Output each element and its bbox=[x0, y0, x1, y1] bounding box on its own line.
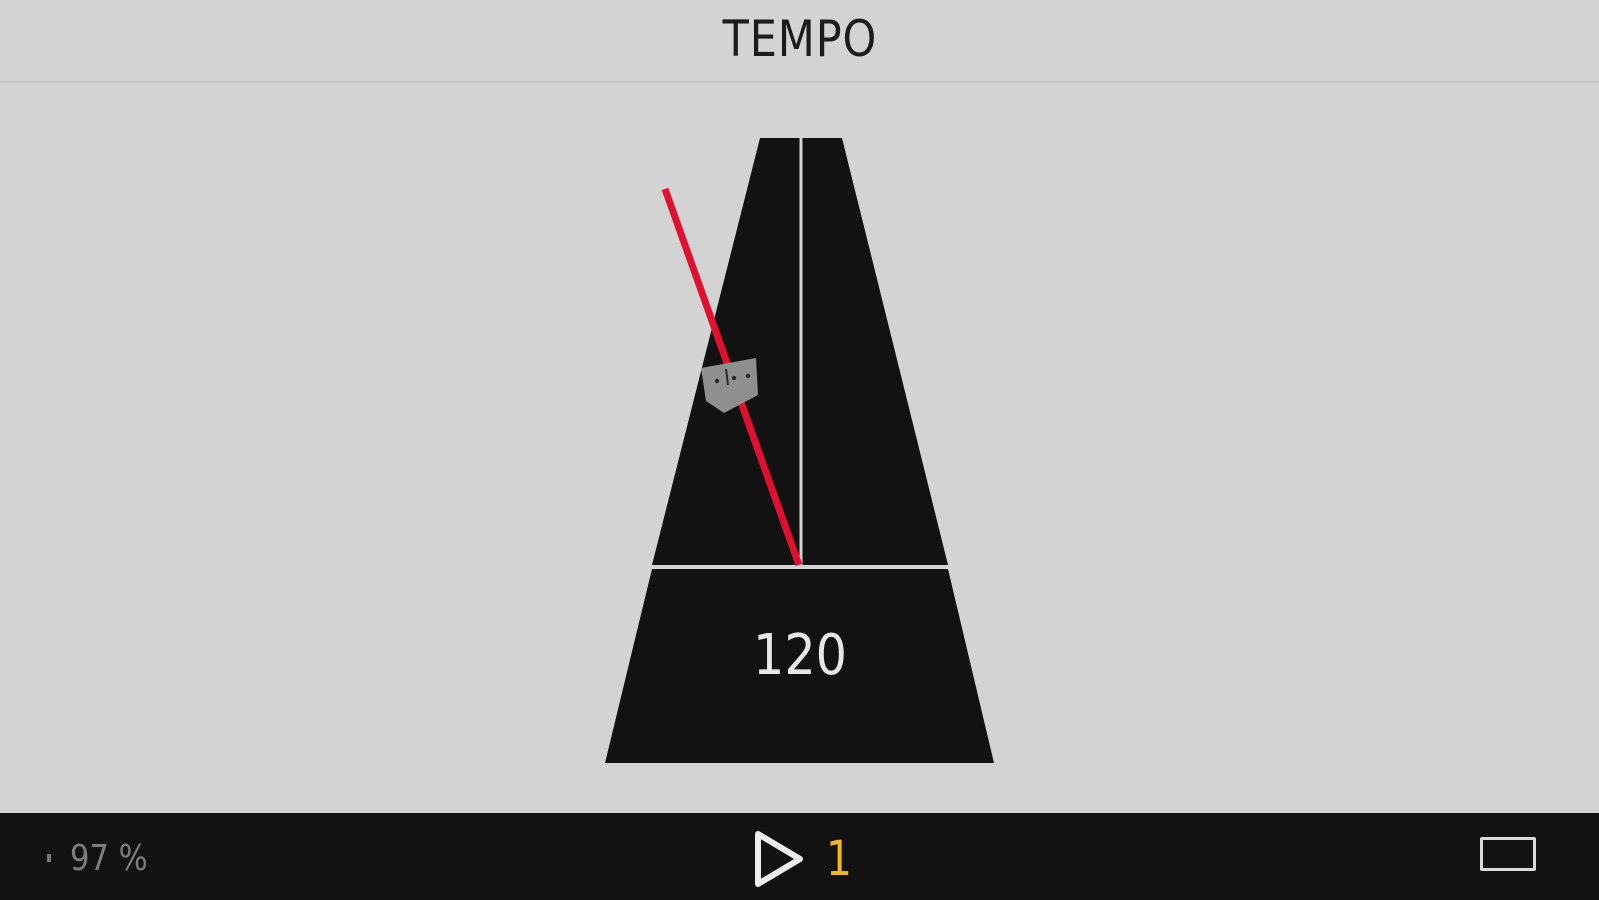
metronome-screen: TEMPO 120 97 % 1 bbox=[0, 0, 1599, 900]
rectangle-icon[interactable] bbox=[1480, 837, 1536, 871]
bpm-value: 120 bbox=[752, 623, 848, 688]
metronome-graphic bbox=[605, 138, 994, 763]
battery-status: 97 % bbox=[46, 838, 150, 879]
metronome-area: 120 bbox=[0, 83, 1599, 813]
page-title: TEMPO bbox=[722, 9, 877, 68]
play-icon bbox=[755, 831, 803, 887]
header-bar: TEMPO bbox=[0, 0, 1599, 83]
footer-bar: 97 % 1 bbox=[0, 813, 1599, 900]
battery-percentage: 97 % bbox=[70, 837, 148, 879]
beat-count: 1 bbox=[826, 831, 852, 887]
play-button[interactable] bbox=[752, 829, 808, 889]
